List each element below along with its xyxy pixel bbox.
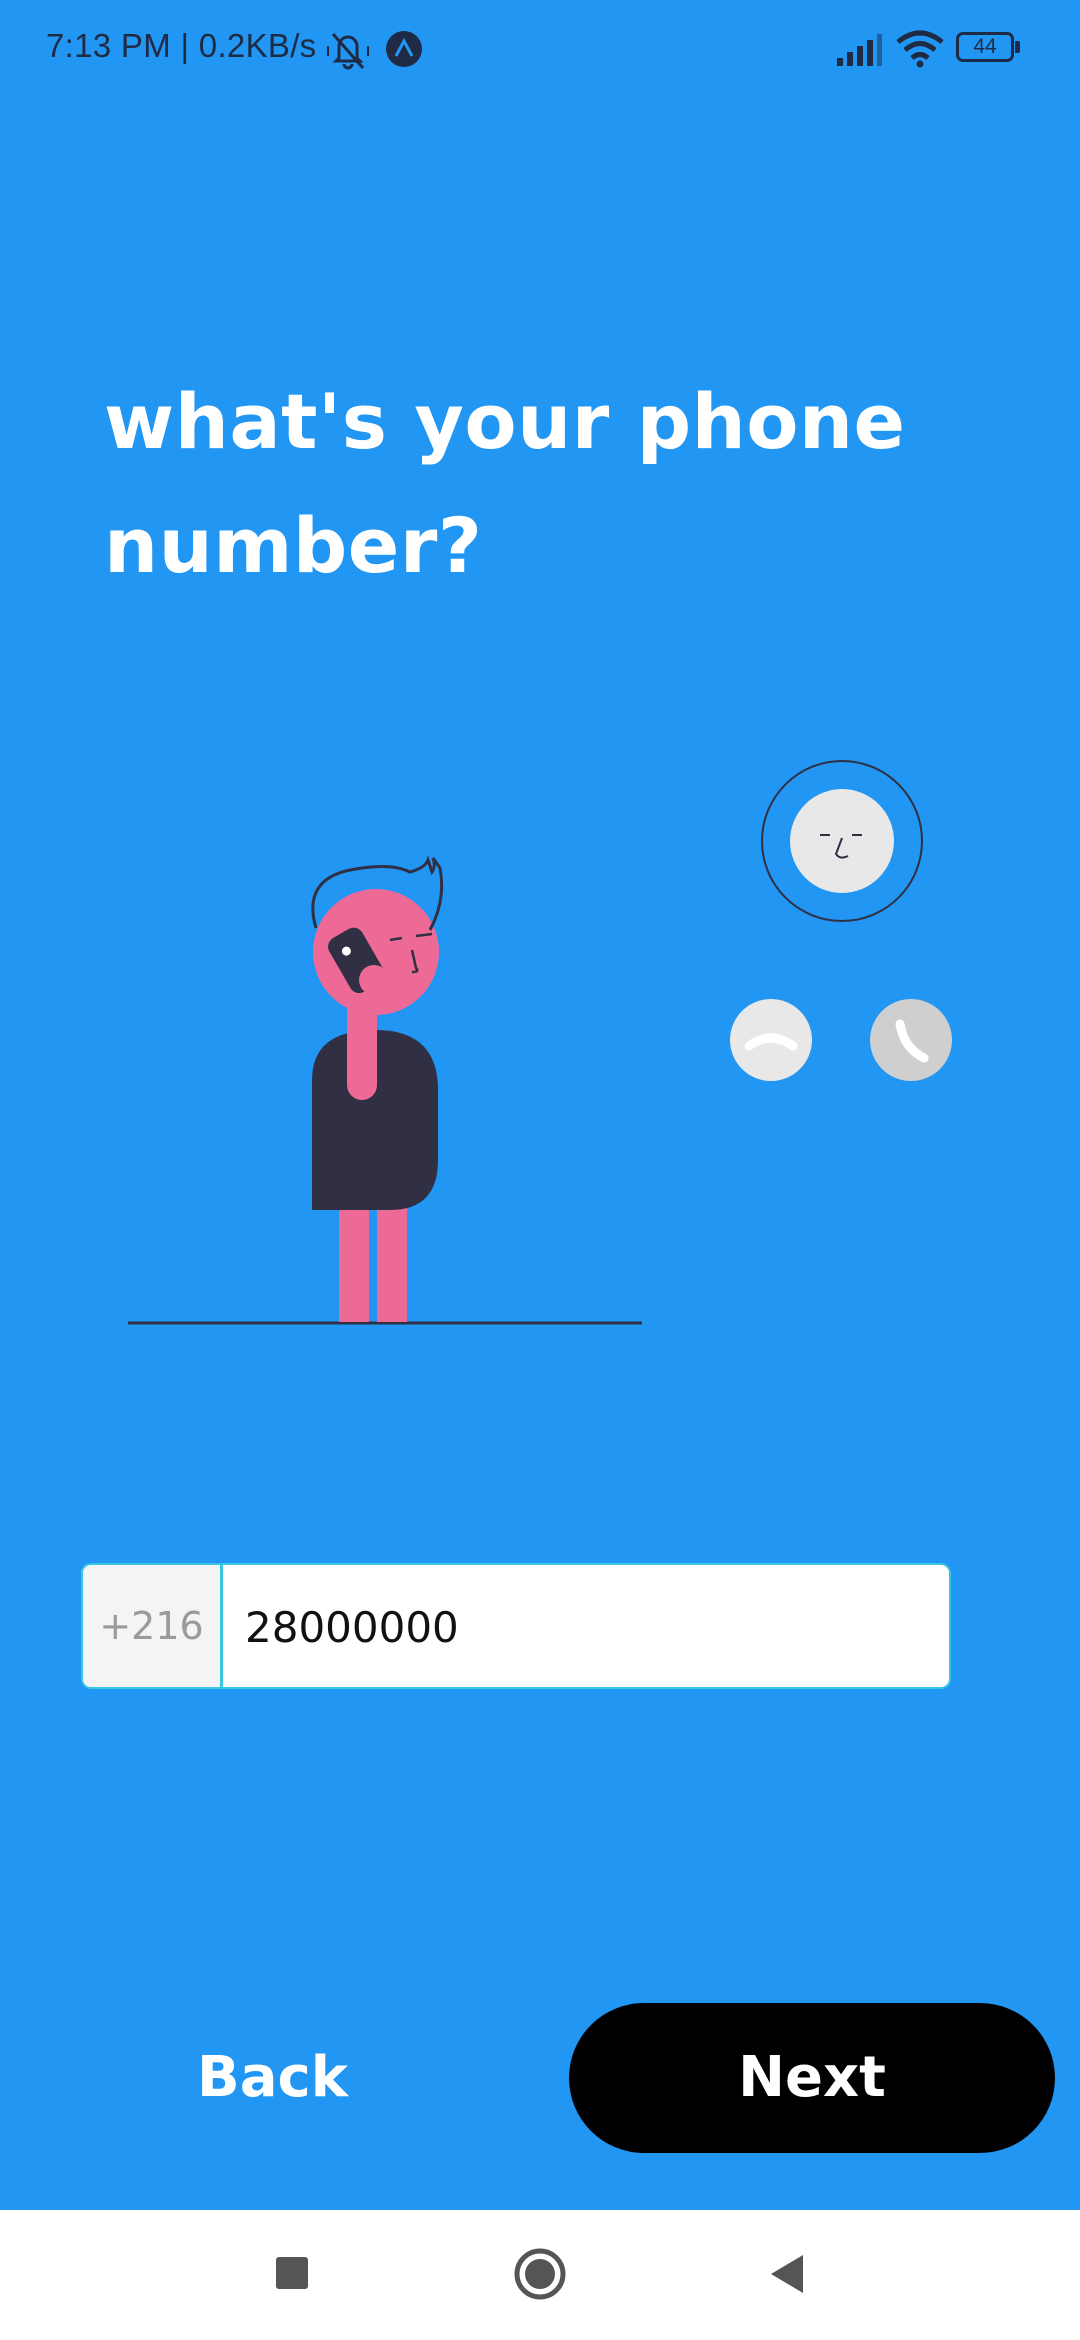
- battery-level: 44: [973, 35, 997, 58]
- app-notification-icon: [386, 31, 422, 67]
- status-bar: 7:13 PM | 0.2KB/s 44: [0, 0, 1080, 100]
- mute-bell-icon: [327, 33, 369, 70]
- accept-call-icon: [870, 999, 952, 1081]
- home-icon[interactable]: [480, 2210, 600, 2340]
- figure-right-leg: [377, 1200, 407, 1322]
- page-title: what's your phone number?: [104, 377, 906, 590]
- recent-apps-icon[interactable]: [232, 2210, 352, 2340]
- phone-number-field[interactable]: +216: [83, 1565, 949, 1687]
- back-icon[interactable]: [725, 2210, 845, 2340]
- phone-number-input[interactable]: [223, 1565, 949, 1687]
- signal-icon: [837, 34, 882, 66]
- status-time-speed: 7:13 PM | 0.2KB/s: [46, 27, 317, 64]
- wifi-icon: [896, 30, 944, 68]
- country-code-selector[interactable]: +216: [83, 1565, 223, 1687]
- next-button[interactable]: Next: [569, 2003, 1055, 2153]
- phone-call-illustration: [128, 760, 952, 1325]
- system-nav-bar: [0, 2210, 1080, 2340]
- figure-left-leg: [339, 1200, 369, 1322]
- battery-icon: 44: [956, 32, 1020, 66]
- back-button[interactable]: Back: [130, 2003, 415, 2153]
- caller-avatar: [790, 789, 894, 893]
